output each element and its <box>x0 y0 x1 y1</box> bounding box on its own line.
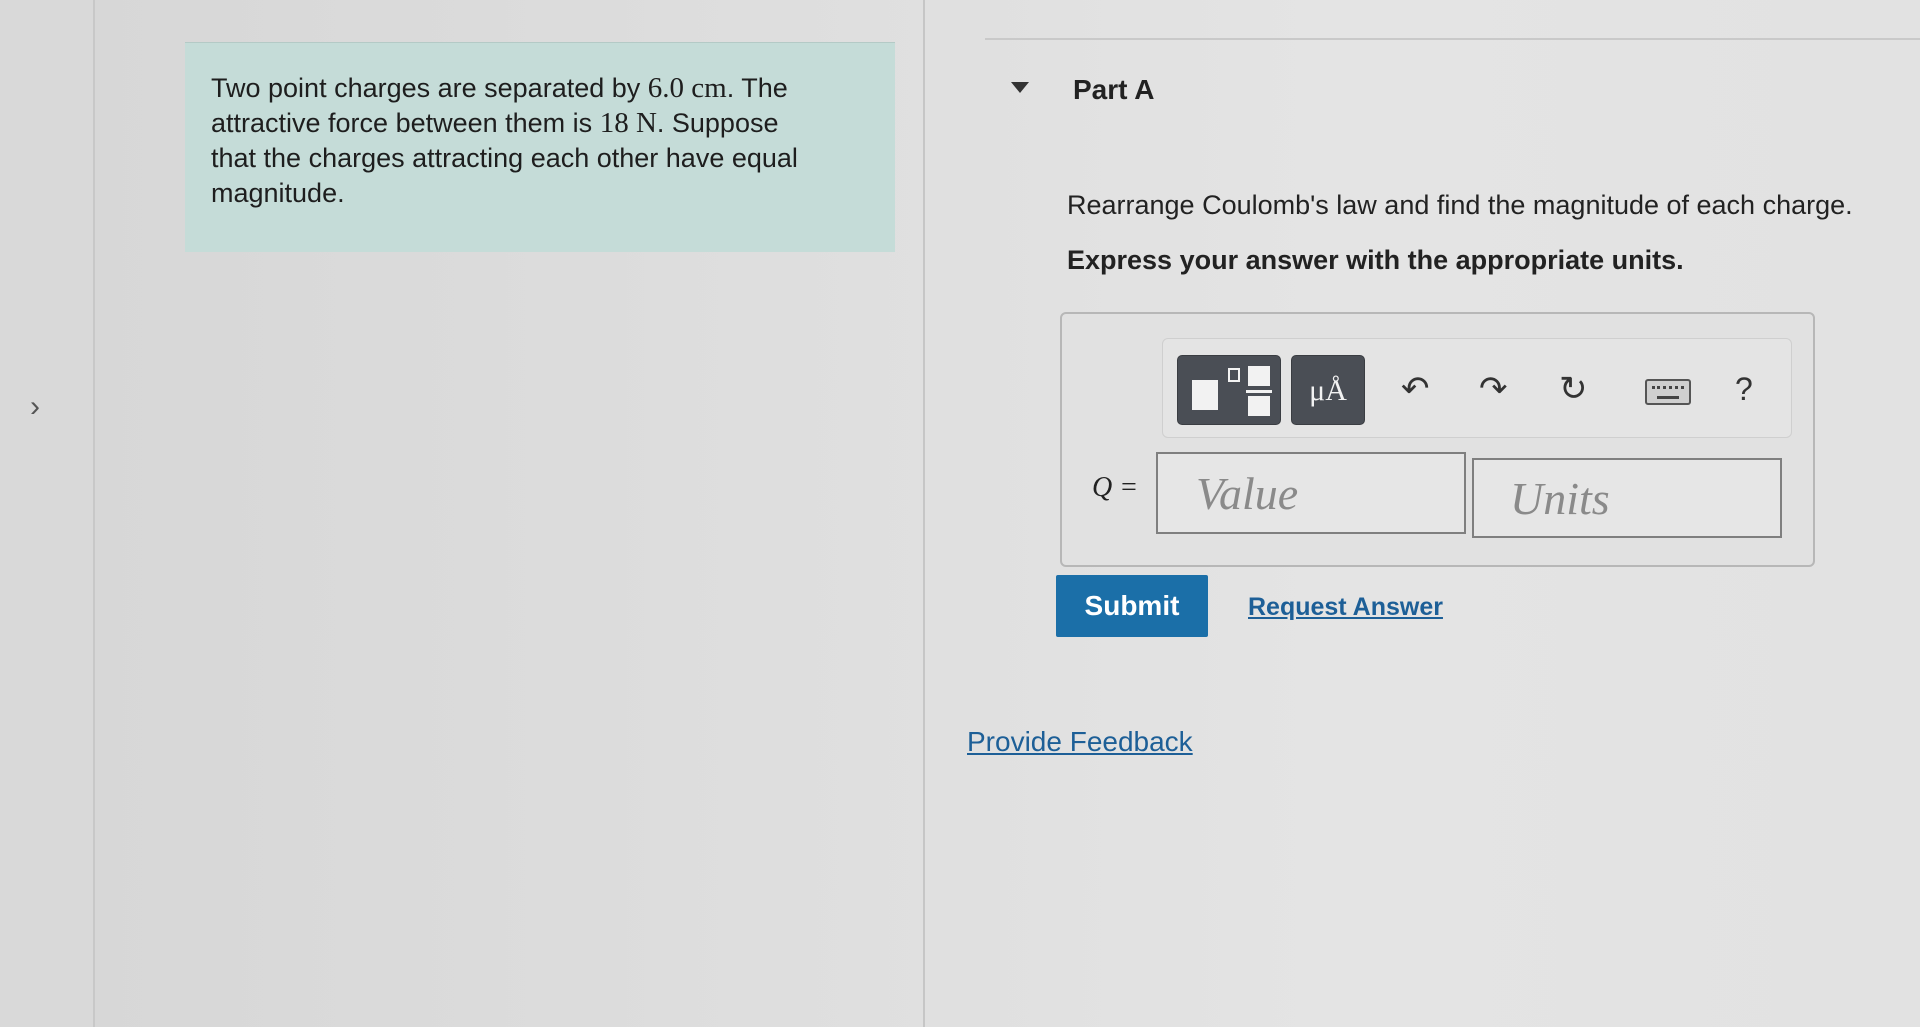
answer-label: Q = <box>1092 472 1139 503</box>
fraction-bar-icon <box>1246 390 1272 393</box>
answer-panel: μÅ ↶ ↷ ↻ ? Q = <box>1060 312 1815 567</box>
left-gutter: › <box>0 0 95 1027</box>
submit-button[interactable]: Submit <box>1056 575 1208 637</box>
reset-icon[interactable]: ↻ <box>1559 367 1588 411</box>
divider <box>985 38 1920 40</box>
collapse-caret-icon[interactable] <box>1011 82 1029 93</box>
units-button[interactable]: μÅ <box>1291 355 1365 425</box>
problem-statement: Two point charges are separated by 6.0 c… <box>185 42 895 252</box>
instruction-text: Express your answer with the appropriate… <box>1067 245 1684 275</box>
part-title[interactable]: Part A <box>1073 74 1154 106</box>
problem-pane: Two point charges are separated by 6.0 c… <box>95 0 925 1027</box>
template-block-icon <box>1192 380 1218 410</box>
question-pane: Part A Rearrange Coulomb's law and find … <box>925 0 1920 1027</box>
problem-text: that the charges attracting each other h… <box>211 143 798 173</box>
problem-text: . The <box>726 73 788 103</box>
templates-button[interactable] <box>1177 355 1281 425</box>
problem-text: . Suppose <box>656 108 779 138</box>
page: › Two point charges are separated by 6.0… <box>0 0 1920 1027</box>
request-answer-link[interactable]: Request Answer <box>1248 593 1443 622</box>
problem-text: attractive force between them is <box>211 108 600 138</box>
value-input[interactable] <box>1156 452 1466 534</box>
chevron-right-icon[interactable]: › <box>30 392 54 422</box>
problem-text: magnitude. <box>211 178 345 208</box>
fraction-numerator-icon <box>1248 366 1270 386</box>
keyboard-icon[interactable] <box>1645 379 1691 405</box>
undo-icon[interactable]: ↶ <box>1401 367 1430 411</box>
template-box-icon <box>1228 368 1240 382</box>
distance-value: 6.0 cm <box>647 72 727 104</box>
units-input[interactable] <box>1472 458 1782 538</box>
fraction-denominator-icon <box>1248 396 1270 416</box>
redo-icon[interactable]: ↷ <box>1479 367 1508 411</box>
math-toolbar: μÅ ↶ ↷ ↻ ? <box>1162 338 1792 438</box>
provide-feedback-link[interactable]: Provide Feedback <box>967 726 1193 758</box>
problem-text: Two point charges are separated by <box>211 73 648 103</box>
force-value: 18 N <box>599 107 657 139</box>
help-icon[interactable]: ? <box>1735 367 1753 411</box>
question-text: Rearrange Coulomb's law and find the mag… <box>1067 190 1853 220</box>
